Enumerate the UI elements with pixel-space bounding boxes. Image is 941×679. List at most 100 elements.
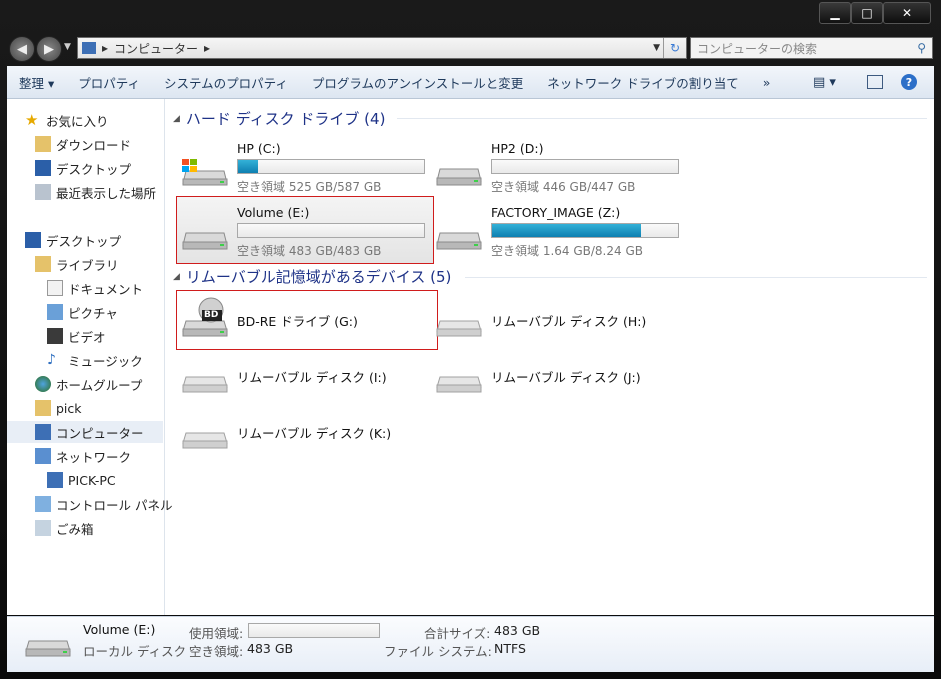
help-icon[interactable]: ? — [901, 74, 917, 90]
free-space: 空き領域 483 GB/483 GB — [237, 244, 382, 258]
nav-recent-places[interactable]: 最近表示した場所 — [35, 181, 156, 203]
star-icon: ★ — [25, 111, 39, 129]
recent-places-icon — [35, 184, 51, 200]
hard-drive-icon — [25, 640, 71, 657]
hard-drive-icon — [436, 168, 482, 186]
collapse-triangle-icon[interactable]: ◢ — [173, 114, 180, 124]
nav-control-panel[interactable]: コントロール パネル — [35, 493, 172, 515]
back-button[interactable]: ◀ — [9, 36, 35, 62]
details-free-value: 483 GB — [247, 641, 294, 656]
group-title: ハード ディスク ドライブ (4) — [185, 110, 386, 128]
group-header-hdd[interactable]: ◢ ハード ディスク ドライブ (4) — [173, 108, 385, 129]
drive-name: Volume (E:) — [237, 205, 310, 220]
nav-videos[interactable]: ビデオ — [47, 325, 106, 347]
close-button[interactable]: ✕ — [883, 2, 931, 24]
drive-g[interactable]: BD BD-RE ドライブ (G:) — [180, 297, 430, 343]
more-button[interactable]: » — [751, 75, 783, 90]
nav-label: ダウンロード — [56, 137, 132, 153]
maximize-button[interactable]: □ — [851, 2, 883, 24]
nav-label: ホームグループ — [56, 377, 143, 393]
nav-pick-pc[interactable]: PICK-PC — [47, 469, 116, 491]
forward-button[interactable]: ▶ — [36, 36, 62, 62]
hard-drive-icon — [436, 232, 482, 250]
minimize-button[interactable]: ▁ — [819, 2, 851, 24]
library-folder-icon — [35, 256, 51, 272]
nav-documents[interactable]: ドキュメント — [47, 277, 143, 299]
drive-list: ◢ ハード ディスク ドライブ (4) HP (C:) 空き領域 525 GB/5… — [165, 99, 934, 615]
view-options-icon[interactable]: ▤ ▾ — [813, 75, 836, 90]
nav-favorites[interactable]: ★ お気に入り — [25, 109, 109, 131]
control-panel-icon — [35, 496, 51, 512]
nav-label: コンピューター — [56, 425, 144, 441]
breadcrumb-computer[interactable]: コンピューター — [114, 40, 198, 57]
nav-recycle-bin[interactable]: ごみ箱 — [35, 517, 94, 539]
details-fs-value: NTFS — [494, 641, 526, 656]
uninstall-button[interactable]: プログラムのアンインストールと変更 — [300, 73, 535, 92]
system-properties-button[interactable]: システムのプロパティ — [152, 73, 300, 92]
refresh-icon[interactable]: ↻ — [663, 38, 686, 58]
group-header-removable[interactable]: ◢ リムーバブル記憶域があるデバイス (5) — [173, 266, 451, 287]
recycle-bin-icon — [35, 520, 51, 536]
drive-d[interactable]: HP2 (D:) 空き領域 446 GB/447 GB — [434, 141, 694, 194]
drive-c[interactable]: HP (C:) 空き領域 525 GB/587 GB — [180, 141, 430, 194]
bd-badge: BD — [204, 310, 219, 320]
drive-j[interactable]: リムーバブル ディスク (J:) — [434, 363, 694, 399]
group-divider — [397, 118, 927, 119]
free-space: 空き領域 446 GB/447 GB — [491, 180, 636, 194]
removable-drive-icon — [182, 432, 228, 449]
user-folder-icon — [35, 400, 51, 416]
nav-pictures[interactable]: ピクチャ — [47, 301, 118, 323]
details-drive-name: Volume (E:) — [83, 622, 156, 637]
nav-label: お気に入り — [46, 113, 109, 129]
nav-label: ピクチャ — [68, 305, 118, 321]
nav-label: pick — [56, 400, 82, 416]
nav-music[interactable]: ♪ ミュージック — [47, 349, 143, 371]
nav-desktop-favorite[interactable]: デスクトップ — [35, 157, 131, 179]
music-note-icon: ♪ — [47, 352, 56, 368]
nav-desktop[interactable]: デスクトップ — [25, 229, 121, 251]
drive-name: リムーバブル ディスク (H:) — [491, 314, 647, 329]
usage-bar — [491, 159, 679, 174]
drive-k[interactable]: リムーバブル ディスク (K:) — [180, 419, 430, 455]
properties-button[interactable]: プロパティ — [66, 73, 152, 92]
nav-network[interactable]: ネットワーク — [35, 445, 131, 467]
drive-name: リムーバブル ディスク (K:) — [237, 426, 392, 441]
map-drive-button[interactable]: ネットワーク ドライブの割り当て — [535, 73, 750, 92]
address-dropdown-icon[interactable]: ▼ — [653, 43, 660, 53]
explorer-window: ▁ □ ✕ ◀ ▶ ▼ ▸ コンピューター ▸ ▼ ↻ コンピューターの検索 ⚲… — [0, 0, 941, 679]
nav-user[interactable]: pick — [35, 397, 82, 419]
nav-label: デスクトップ — [46, 233, 122, 249]
computer-icon — [82, 42, 96, 54]
usage-bar — [237, 223, 425, 238]
preview-pane-icon[interactable] — [867, 75, 883, 89]
free-space: 空き領域 525 GB/587 GB — [237, 180, 382, 194]
drive-z[interactable]: FACTORY_IMAGE (Z:) 空き領域 1.64 GB/8.24 GB — [434, 205, 694, 258]
collapse-triangle-icon[interactable]: ◢ — [173, 272, 180, 282]
chevron-right-icon: ▸ — [102, 41, 109, 55]
drive-e[interactable]: Volume (E:) 空き領域 483 GB/483 GB — [180, 205, 430, 258]
desktop-icon — [25, 232, 41, 248]
nav-homegroup[interactable]: ホームグループ — [35, 373, 142, 395]
drive-name: HP (C:) — [237, 141, 281, 156]
recent-pages-dropdown[interactable]: ▼ — [64, 42, 71, 52]
group-title: リムーバブル記憶域があるデバイス (5) — [185, 268, 452, 286]
chevron-right-icon[interactable]: ▸ — [204, 41, 210, 55]
search-input[interactable]: コンピューターの検索 ⚲ — [690, 37, 933, 59]
nav-downloads[interactable]: ダウンロード — [35, 133, 131, 155]
navigation-pane: ★ お気に入り ダウンロード デスクトップ 最近表示した場所 デスクトップ ライブ… — [7, 99, 172, 615]
nav-label: デスクトップ — [56, 161, 132, 177]
details-pane: Volume (E:) ローカル ディスク 使用領域: 空き領域: 483 GB… — [7, 616, 934, 672]
nav-computer[interactable]: コンピューター — [7, 421, 163, 443]
nav-label: ライブラリ — [56, 257, 119, 273]
address-bar[interactable]: ▸ コンピューター ▸ ▼ ↻ — [77, 37, 687, 59]
search-icon[interactable]: ⚲ — [917, 41, 926, 55]
nav-libraries[interactable]: ライブラリ — [35, 253, 119, 275]
nav-label: ごみ箱 — [56, 521, 94, 537]
pictures-icon — [47, 304, 63, 320]
removable-drive-icon — [436, 320, 482, 337]
organize-button[interactable]: 整理 ▾ — [7, 73, 66, 92]
drive-i[interactable]: リムーバブル ディスク (I:) — [180, 363, 430, 399]
command-bar: 整理 ▾ プロパティ システムのプロパティ プログラムのアンインストールと変更 … — [7, 66, 934, 99]
drive-h[interactable]: リムーバブル ディスク (H:) — [434, 307, 694, 343]
windows-drive-icon — [182, 159, 228, 186]
